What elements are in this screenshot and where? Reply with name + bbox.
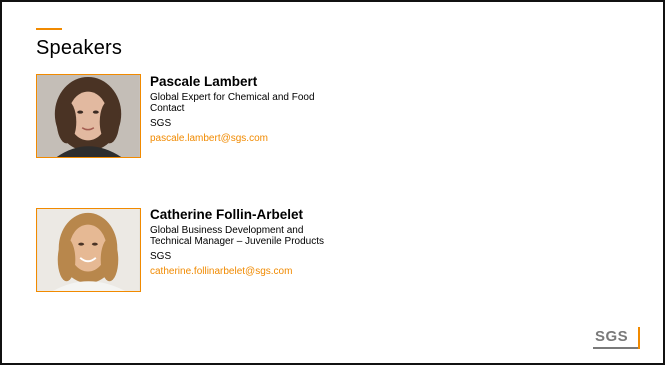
slide: Speakers Pascale Lambert Global Expert f… (0, 0, 665, 365)
speaker-email-link[interactable]: pascale.lambert@sgs.com (150, 133, 330, 144)
title-accent-bar (36, 28, 62, 30)
speaker-organization: SGS (150, 118, 172, 129)
speaker-photo-pascale-lambert (36, 74, 141, 158)
speaker-name: Catherine Follin-Arbelet (150, 207, 304, 222)
speaker-info-pascale-lambert: Pascale Lambert Global Expert for Chemic… (150, 74, 330, 144)
sgs-logo: SGS (595, 328, 629, 345)
speaker-organization: SGS (150, 251, 172, 262)
sgs-logo-underline (593, 347, 639, 349)
sgs-logo-accent (638, 327, 640, 349)
portrait-photo-icon (37, 209, 140, 291)
page-title: Speakers (36, 37, 123, 59)
speaker-photo-catherine-follin-arbelet (36, 208, 141, 292)
speaker-email-link[interactable]: catherine.follinarbelet@sgs.com (150, 266, 330, 277)
speaker-role: Global Business Development and Technica… (150, 225, 324, 247)
speaker-info-catherine-follin-arbelet: Catherine Follin-Arbelet Global Business… (150, 207, 330, 277)
speaker-role: Global Expert for Chemical and Food Cont… (150, 92, 315, 114)
portrait-photo-icon (37, 75, 140, 157)
speaker-name: Pascale Lambert (150, 74, 258, 89)
